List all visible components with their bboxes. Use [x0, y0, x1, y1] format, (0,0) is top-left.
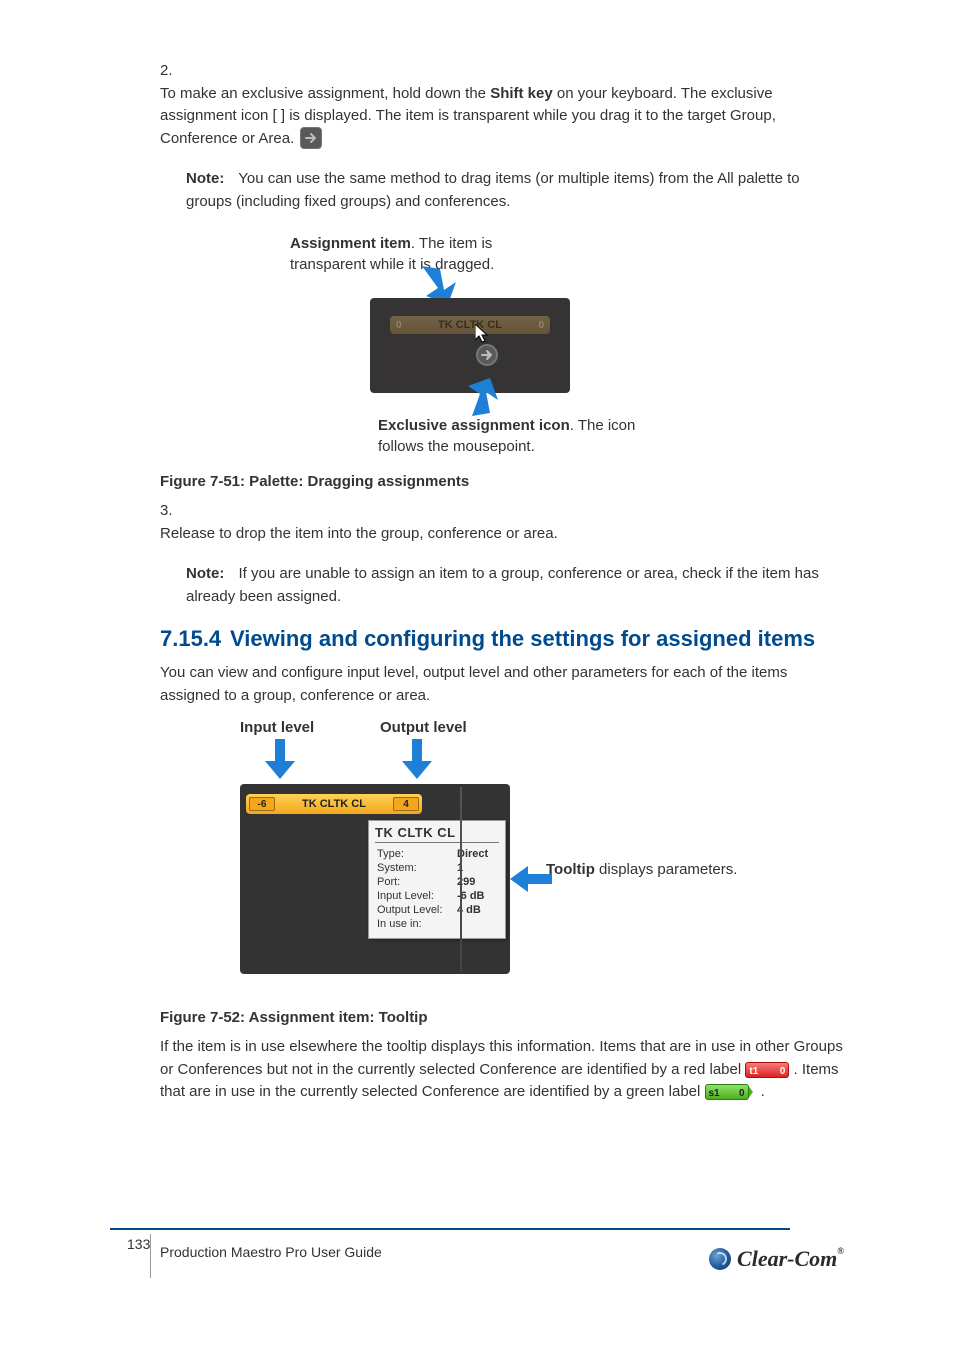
page-number: 133	[127, 1236, 150, 1252]
note-text-2: If you are unable to assign an item to a…	[186, 565, 819, 605]
figure-caption-2: Figure 7-52: Assignment item: Tooltip	[160, 1009, 844, 1026]
footer-title: Production Maestro Pro User Guide	[160, 1244, 382, 1260]
assignment-label: TK CLTK CL	[302, 798, 366, 810]
in-use-here-badge: s10	[705, 1084, 749, 1100]
list-num-2: 2.	[160, 60, 186, 83]
note-label-1: Note:	[186, 170, 224, 187]
figure-caption-1: Figure 7-51: Palette: Dragging assignmen…	[160, 473, 844, 490]
assignment-item[interactable]: -6 TK CLTK CL 4	[246, 794, 422, 814]
list-item-3: Release to drop the item into the group,…	[160, 523, 814, 546]
output-level-badge[interactable]: 4	[393, 797, 419, 811]
dragged-assignment-item[interactable]: 0 TK CLTK CL 0	[390, 316, 550, 334]
exclusive-assignment-icon	[300, 127, 322, 149]
section-heading: 7.15.4Viewing and configuring the settin…	[160, 626, 844, 652]
in-use-elsewhere-badge: t10	[745, 1062, 789, 1078]
note-label-2: Note:	[186, 565, 224, 582]
note-text-1: You can use the same method to drag item…	[186, 170, 800, 210]
usage-paragraph: If the item is in use elsewhere the tool…	[160, 1036, 844, 1104]
list-item-2: To make an exclusive assignment, hold do…	[160, 83, 814, 151]
exclusive-assignment-icon	[476, 344, 498, 366]
brand-logo: Clear-Com®	[709, 1246, 844, 1272]
figure-7-52: Input level Output level -6 TK CLTK CL 4…	[240, 719, 844, 999]
cursor-icon	[475, 324, 491, 344]
globe-icon	[709, 1248, 731, 1270]
list-num-3: 3.	[160, 500, 186, 523]
footer-divider	[110, 1228, 790, 1230]
tooltip-side-label: Tooltip displays parameters.	[546, 859, 737, 880]
arrow-down-icon	[402, 739, 432, 779]
figure-7-51: Assignment item. The item is transparent…	[290, 233, 844, 463]
arrow-down-icon	[265, 739, 295, 779]
assignment-tooltip: TK CLTK CL Type:Direct System:1 Port:299…	[368, 820, 506, 939]
input-level-badge[interactable]: -6	[249, 797, 275, 811]
arrow-icon	[462, 378, 502, 418]
section-body: You can view and configure input level, …	[160, 662, 844, 707]
